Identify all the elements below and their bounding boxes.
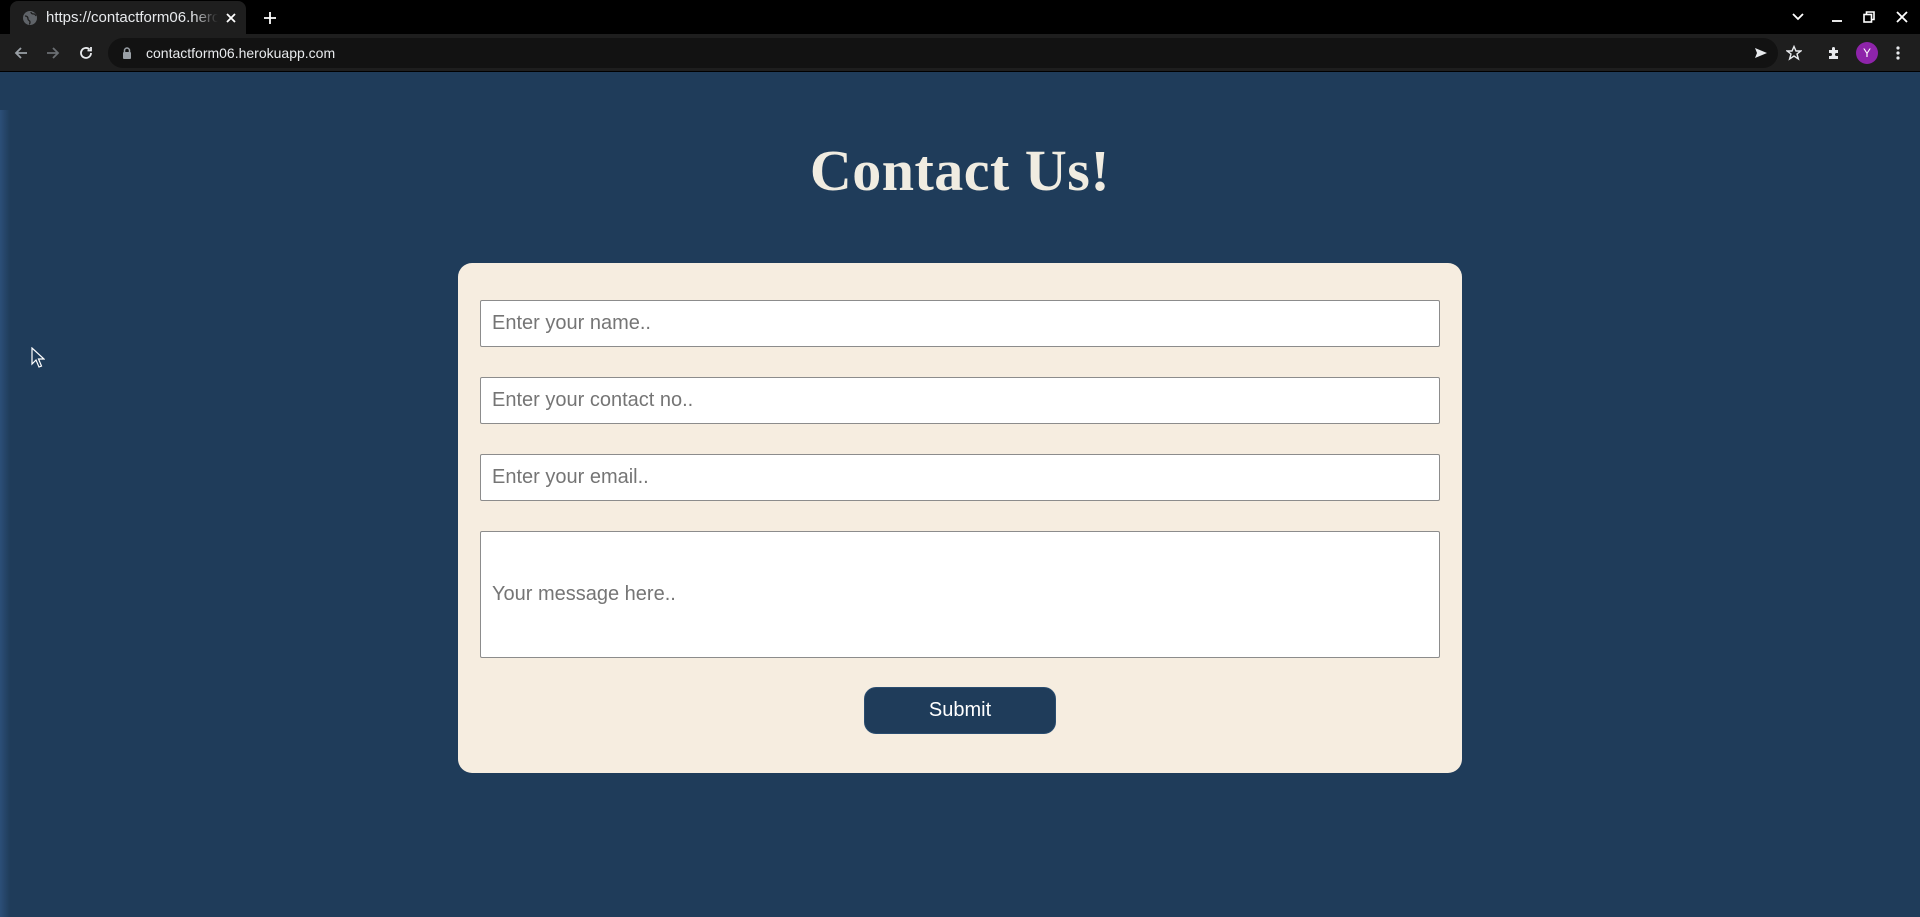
tab-strip: https://contactform06.herokuapp.com <box>0 0 1920 34</box>
url-text: contactform06.herokuapp.com <box>146 45 336 61</box>
close-window-icon[interactable] <box>1890 5 1914 29</box>
page-title: Contact Us! <box>809 138 1111 203</box>
address-bar[interactable]: contactform06.herokuapp.com <box>108 38 1778 68</box>
restore-icon[interactable] <box>1857 5 1881 29</box>
browser-tab[interactable]: https://contactform06.herokuapp.com <box>10 1 246 34</box>
browser-toolbar: contactform06.herokuapp.com Y <box>0 34 1920 72</box>
page-edge-shadow <box>0 110 10 917</box>
new-tab-button[interactable] <box>258 7 282 29</box>
contact-form: Submit <box>458 263 1462 773</box>
submit-button[interactable]: Submit <box>864 687 1056 734</box>
mouse-cursor-icon <box>31 347 45 368</box>
globe-icon <box>22 10 38 26</box>
star-icon[interactable] <box>1782 41 1806 65</box>
message-textarea[interactable] <box>480 531 1440 658</box>
close-tab-icon[interactable] <box>222 9 240 27</box>
tab-title: https://contactform06.herokuapp.com <box>46 9 218 26</box>
email-input[interactable] <box>480 454 1440 501</box>
send-icon[interactable] <box>1749 41 1773 65</box>
page-viewport: Contact Us! Submit <box>0 73 1920 917</box>
tab-search-icon[interactable] <box>1786 5 1810 29</box>
minimize-icon[interactable] <box>1825 5 1849 29</box>
reload-icon[interactable] <box>74 41 98 65</box>
extensions-icon[interactable] <box>1822 41 1846 65</box>
back-arrow-icon[interactable] <box>9 41 33 65</box>
menu-dots-icon[interactable] <box>1886 41 1910 65</box>
name-input[interactable] <box>480 300 1440 347</box>
lock-icon[interactable] <box>120 46 134 60</box>
forward-arrow-icon[interactable] <box>41 41 65 65</box>
contact-number-input[interactable] <box>480 377 1440 424</box>
profile-avatar[interactable]: Y <box>1856 42 1878 64</box>
